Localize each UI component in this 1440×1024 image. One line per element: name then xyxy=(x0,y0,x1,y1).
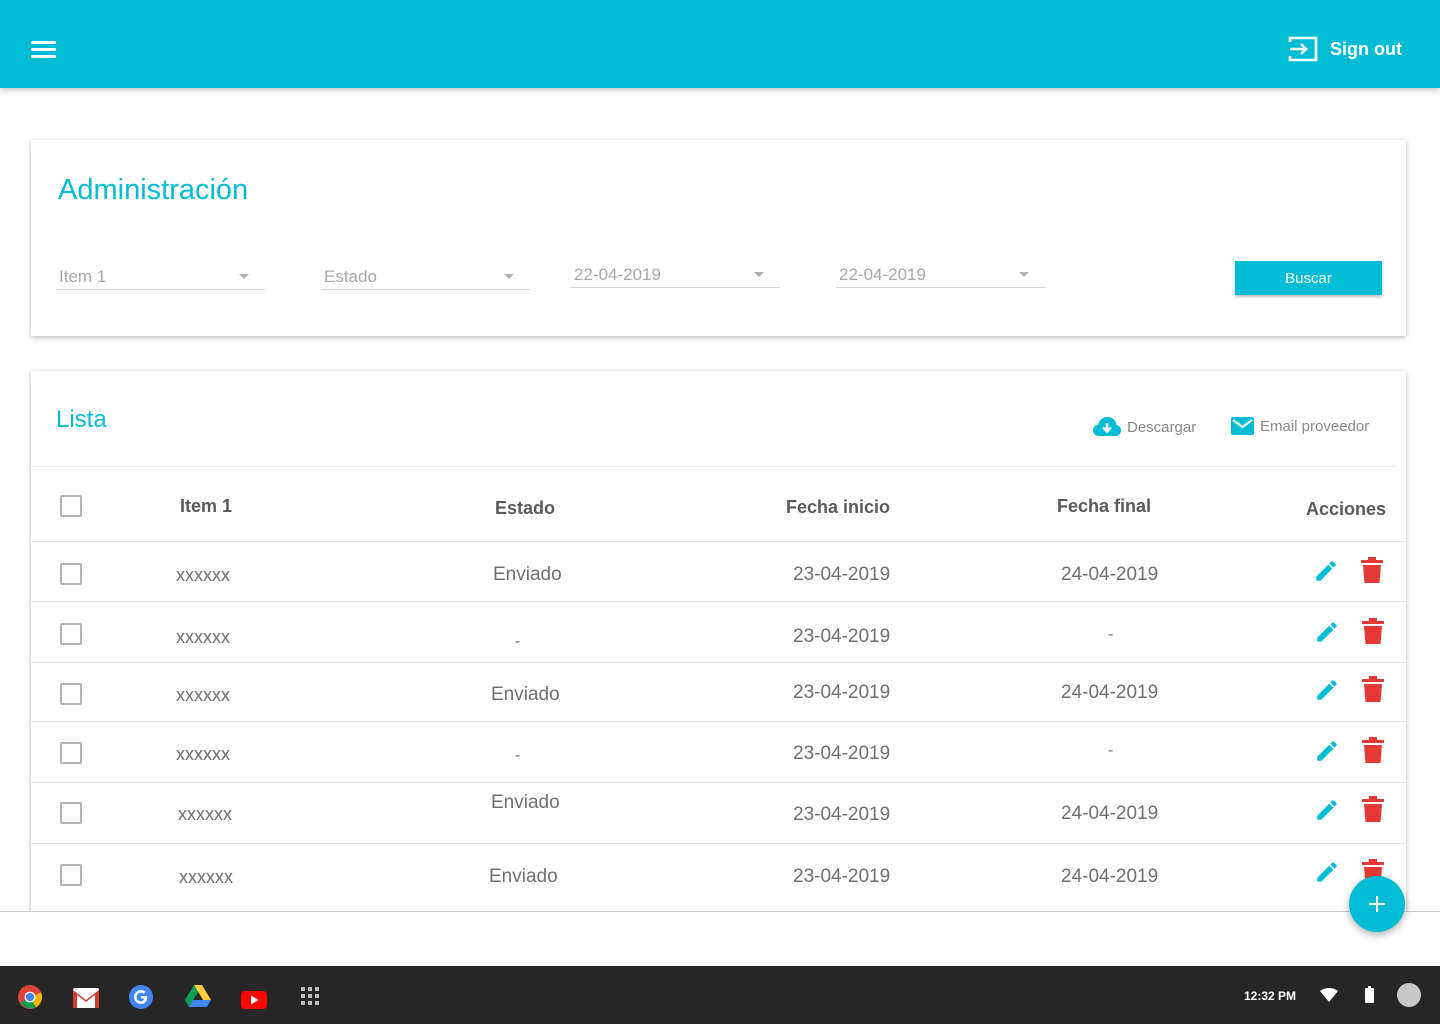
edit-icon[interactable] xyxy=(1314,738,1340,764)
row-item: xxxxxx xyxy=(178,804,232,824)
divider xyxy=(31,843,1406,844)
row-fecha-final: 24-04-2019 xyxy=(1061,803,1159,824)
list-title: Lista xyxy=(56,406,107,433)
edit-icon[interactable] xyxy=(1314,677,1340,703)
download-button[interactable]: Descargar xyxy=(1093,417,1196,437)
divider xyxy=(31,601,1406,602)
row-fecha-final: - xyxy=(1108,742,1114,759)
divider xyxy=(31,782,1406,783)
sign-out-icon xyxy=(1288,36,1318,62)
estado-select[interactable]: Estado xyxy=(321,257,530,290)
row-estado: Enviado xyxy=(493,564,562,585)
divider xyxy=(31,541,1406,542)
item-select-value: Item 1 xyxy=(59,267,107,286)
sign-out-label: Sign out xyxy=(1330,38,1402,59)
menu-icon[interactable] xyxy=(31,41,56,59)
row-fecha-inicio: 23-04-2019 xyxy=(793,626,891,647)
bottom-bar xyxy=(0,911,1440,966)
row-item: xxxxxx xyxy=(176,565,230,585)
row-estado: Enviado xyxy=(491,684,560,705)
row-checkbox[interactable] xyxy=(60,563,82,585)
row-estado: Enviado xyxy=(491,792,560,813)
youtube-icon[interactable] xyxy=(241,987,267,1013)
wifi-icon[interactable] xyxy=(1320,988,1338,1002)
email-provider-label: Email proveedor xyxy=(1260,417,1370,435)
download-label: Descargar xyxy=(1127,418,1197,436)
row-item: xxxxxx xyxy=(176,685,230,705)
delete-icon[interactable] xyxy=(1361,557,1383,583)
divider xyxy=(31,466,1397,467)
delete-icon[interactable] xyxy=(1362,796,1384,822)
row-checkbox[interactable] xyxy=(60,742,82,764)
row-checkbox[interactable] xyxy=(60,623,82,645)
gmail-icon[interactable] xyxy=(73,985,99,1011)
end-date-select[interactable]: 22-04-2019 xyxy=(836,255,1045,288)
row-item: xxxxxx xyxy=(179,867,233,887)
add-button[interactable] xyxy=(1349,876,1405,932)
select-all-checkbox[interactable] xyxy=(60,495,82,517)
drive-icon[interactable] xyxy=(185,984,211,1010)
column-header-fecha-final: Fecha final xyxy=(1057,496,1152,516)
edit-icon[interactable] xyxy=(1313,558,1339,584)
row-checkbox[interactable] xyxy=(60,864,82,886)
chevron-down-icon xyxy=(1019,272,1029,277)
edit-icon[interactable] xyxy=(1314,797,1340,823)
row-fecha-inicio: 23-04-2019 xyxy=(793,564,891,585)
edit-icon[interactable] xyxy=(1314,859,1340,885)
email-provider-button[interactable]: Email proveedor xyxy=(1231,417,1369,435)
chevron-down-icon xyxy=(754,272,764,277)
app-launcher-icon[interactable] xyxy=(300,986,320,1006)
column-header-item: Item 1 xyxy=(180,496,233,516)
google-icon[interactable] xyxy=(128,984,154,1010)
row-checkbox[interactable] xyxy=(60,683,82,705)
divider xyxy=(31,721,1406,722)
start-date-select[interactable]: 22-04-2019 xyxy=(571,255,780,288)
page-title: Administración xyxy=(58,174,249,206)
edit-icon[interactable] xyxy=(1314,619,1340,645)
column-header-fecha-inicio: Fecha inicio xyxy=(786,497,891,517)
row-item: xxxxxx xyxy=(176,627,230,647)
delete-icon[interactable] xyxy=(1362,618,1384,644)
email-icon xyxy=(1231,417,1254,435)
row-estado: Enviado xyxy=(489,866,558,887)
clock[interactable]: 12:32 PM xyxy=(1244,989,1296,1003)
row-fecha-inicio: 23-04-2019 xyxy=(793,866,891,887)
row-fecha-final: 24-04-2019 xyxy=(1061,564,1159,585)
row-fecha-inicio: 23-04-2019 xyxy=(793,682,891,703)
row-item: xxxxxx xyxy=(176,744,230,764)
chevron-down-icon xyxy=(504,274,514,279)
battery-icon[interactable] xyxy=(1365,986,1374,1003)
delete-icon[interactable] xyxy=(1362,676,1384,702)
row-fecha-inicio: 23-04-2019 xyxy=(793,804,891,825)
row-fecha-final: 24-04-2019 xyxy=(1061,866,1159,887)
column-header-acciones: Acciones xyxy=(1306,499,1387,519)
row-fecha-final: 24-04-2019 xyxy=(1061,682,1159,703)
app-bar: Sign out xyxy=(0,0,1440,88)
estado-select-value: Estado xyxy=(324,267,377,286)
start-date-value: 22-04-2019 xyxy=(574,265,661,284)
list-card: Lista Descargar Email proveedor Item 1 E… xyxy=(31,371,1406,931)
search-button[interactable]: Buscar xyxy=(1235,261,1382,295)
avatar[interactable] xyxy=(1397,983,1421,1007)
row-fecha-final: - xyxy=(1108,626,1114,643)
delete-icon[interactable] xyxy=(1362,737,1384,763)
item-select[interactable]: Item 1 xyxy=(56,257,265,290)
chrome-icon[interactable] xyxy=(17,984,43,1010)
system-shelf: 12:32 PM xyxy=(0,966,1440,1024)
row-estado: - xyxy=(515,633,521,650)
admin-filter-card: Administración Item 1 Estado 22-04-2019 … xyxy=(31,140,1406,336)
divider xyxy=(31,662,1406,663)
row-estado: - xyxy=(515,747,521,764)
end-date-value: 22-04-2019 xyxy=(839,265,926,284)
column-header-estado: Estado xyxy=(495,498,556,518)
row-checkbox[interactable] xyxy=(60,802,82,824)
row-fecha-inicio: 23-04-2019 xyxy=(793,743,891,764)
sign-out-button[interactable]: Sign out xyxy=(1288,36,1402,62)
cloud-download-icon xyxy=(1093,417,1121,436)
chevron-down-icon xyxy=(239,274,249,279)
